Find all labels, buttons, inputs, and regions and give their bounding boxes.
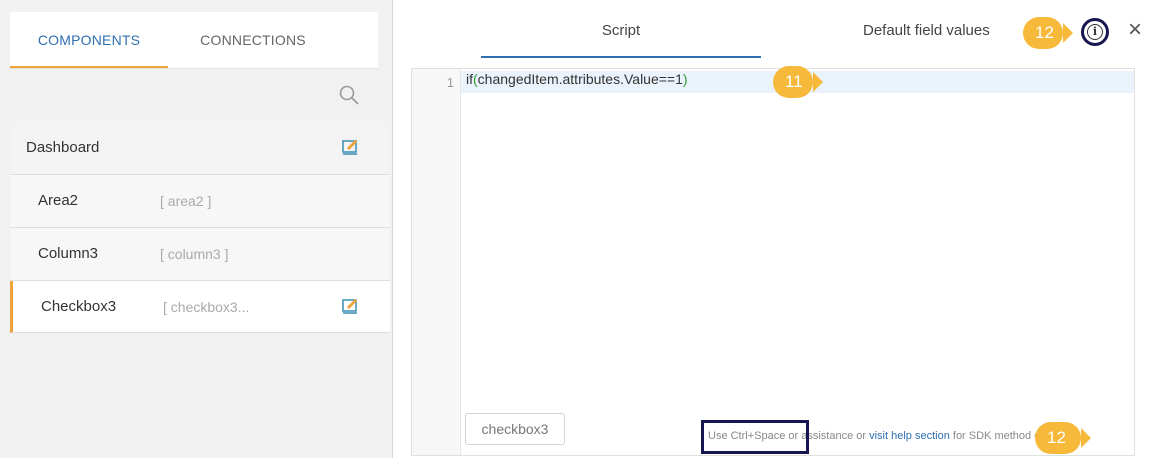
edit-script-icon[interactable]: [342, 297, 360, 315]
list-item-column3[interactable]: Column3 [ column3 ]: [10, 228, 390, 281]
component-chip[interactable]: checkbox3: [465, 413, 565, 445]
info-highlight: i: [1081, 18, 1109, 46]
tab-connections[interactable]: CONNECTIONS: [168, 12, 338, 68]
annotation-badge: 12: [1023, 17, 1073, 49]
script-editor[interactable]: 1 if(changedItem.attributes.Value==1): [411, 68, 1135, 456]
code-keyword: if: [466, 71, 473, 87]
list-item-area2[interactable]: Area2 [ area2 ]: [10, 175, 390, 228]
list-item-dashboard[interactable]: Dashboard: [10, 122, 390, 175]
search-icon[interactable]: [338, 84, 360, 106]
script-panel: Script Default field values 12 i × 1 if(…: [393, 0, 1154, 458]
component-alias: [ column3 ]: [160, 246, 229, 262]
component-name: Column3: [38, 245, 99, 262]
components-panel: COMPONENTS CONNECTIONS Dashboard Area2 […: [0, 0, 393, 458]
info-icon[interactable]: i: [1087, 24, 1103, 40]
close-icon[interactable]: ×: [1128, 18, 1142, 42]
panel-tabs: COMPONENTS CONNECTIONS: [10, 12, 378, 69]
component-name: Area2: [38, 192, 79, 209]
tab-script[interactable]: Script: [481, 0, 761, 58]
component-alias: [ area2 ]: [160, 193, 212, 209]
code-expression: changedItem.attributes.Value==1: [477, 71, 683, 87]
component-name: Checkbox3: [41, 298, 117, 315]
component-name: Dashboard: [26, 139, 100, 156]
shortcut-highlight: [701, 420, 809, 454]
line-gutter: 1: [412, 69, 461, 455]
code-area[interactable]: if(changedItem.attributes.Value==1): [461, 69, 1134, 455]
annotation-badge: 11: [773, 66, 823, 98]
edit-script-icon[interactable]: [342, 138, 360, 156]
code-paren-close: ): [682, 71, 688, 87]
help-section-link[interactable]: visit help section: [869, 430, 950, 442]
component-alias: [ checkbox3...: [163, 299, 250, 315]
list-item-checkbox3[interactable]: Checkbox3 [ checkbox3...: [10, 281, 390, 333]
line-number: 1: [446, 75, 454, 90]
tab-default-field-values[interactable]: Default field values: [863, 0, 990, 58]
tab-components[interactable]: COMPONENTS: [10, 12, 168, 68]
search-row[interactable]: [10, 70, 378, 123]
code-line-1[interactable]: if(changedItem.attributes.Value==1): [466, 71, 688, 87]
component-list: Dashboard Area2 [ area2 ] Column3 [ colu…: [10, 122, 390, 333]
annotation-badge: 12: [1035, 422, 1091, 454]
